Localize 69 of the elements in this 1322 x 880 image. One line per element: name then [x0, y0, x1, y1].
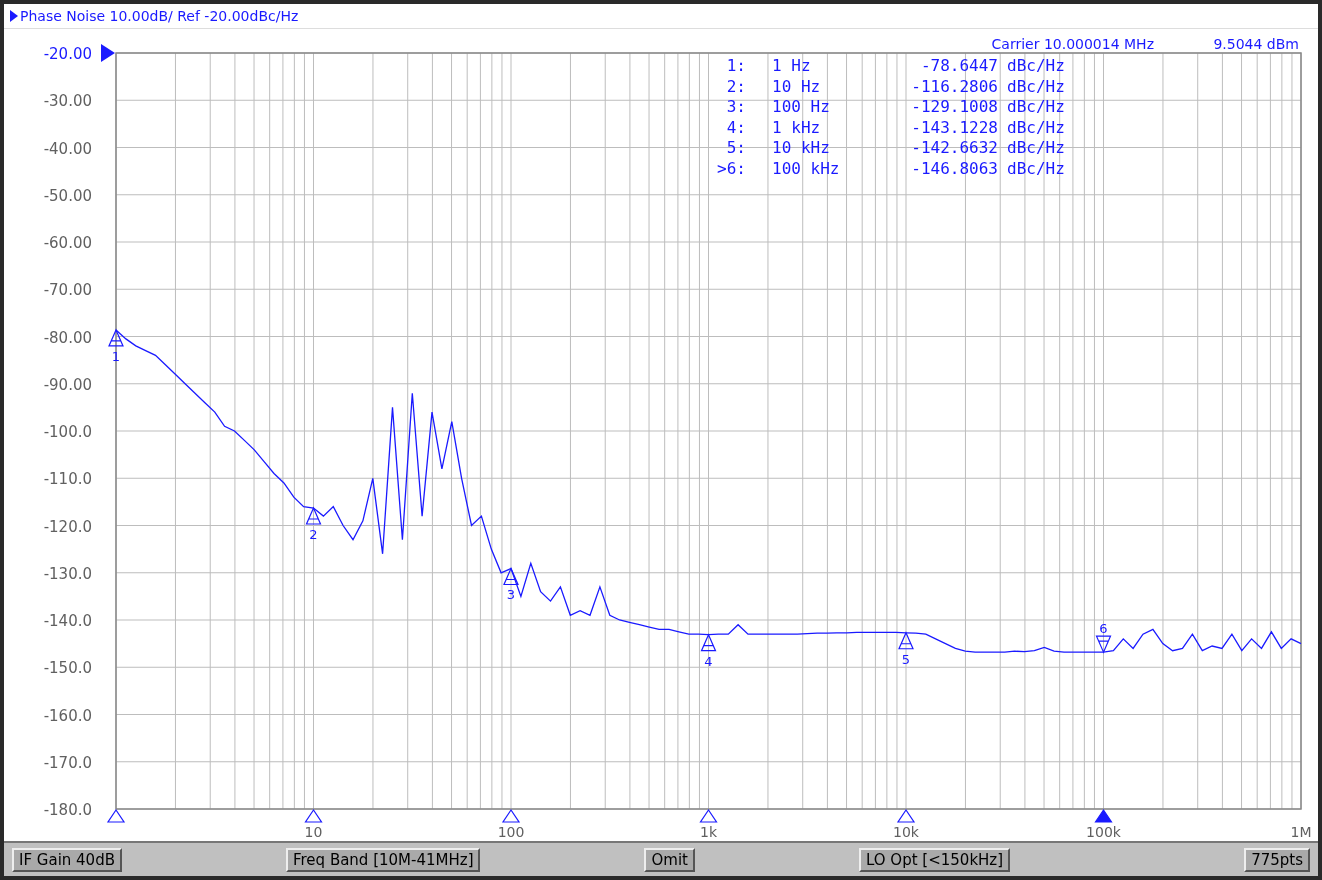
x-tick-label: 10 [304, 824, 323, 840]
y-tick-label: -120.0 [43, 517, 92, 536]
marker-flag-icon[interactable] [1094, 808, 1113, 823]
y-tick-label: -30.00 [43, 92, 92, 111]
marker-flag-icon[interactable] [304, 808, 323, 823]
marker-label: 4: [726, 117, 746, 137]
y-tick-label: -40.00 [43, 139, 92, 158]
y-tick-label: -170.0 [43, 753, 92, 772]
marker-flag-icon[interactable] [896, 808, 916, 823]
marker-flag-icon[interactable] [699, 808, 718, 823]
y-tick-label: -60.00 [43, 234, 92, 252]
marker-label: 1: [726, 56, 746, 75]
y-tick-label: -80.00 [43, 328, 92, 347]
marker-value: -78.6447 [920, 56, 998, 75]
marker-value: -116.2806 [911, 76, 998, 96]
y-tick-label: -180.0 [43, 801, 92, 819]
y-tick-label: -160.0 [43, 706, 92, 725]
marker-label: 2: [726, 76, 746, 96]
y-tick-label: -140.0 [43, 612, 92, 630]
marker-unit: dBc/Hz [1007, 117, 1065, 137]
marker-frequency: 10 kHz [772, 138, 830, 158]
marker-flag-icon[interactable] [106, 808, 126, 823]
y-tick-label: -70.00 [43, 281, 92, 300]
marker-value: -129.1008 [911, 97, 998, 117]
x-tick-label: 10k [893, 824, 919, 840]
marker-unit: dBc/Hz [1007, 76, 1065, 96]
marker-unit: dBc/Hz [1007, 138, 1065, 158]
y-tick-label: -50.00 [43, 186, 92, 205]
x-tick-label: 1k [700, 824, 717, 840]
y-tick-label: -100.0 [43, 423, 92, 441]
marker-frequency: 10 Hz [772, 76, 821, 96]
marker-number: 1 [111, 348, 121, 364]
trace-title: Phase Noise 10.00dB/ Ref -20.00dBc/Hz [20, 8, 299, 24]
marker-frequency: 100 kHz [772, 159, 840, 178]
marker-frequency: 100 Hz [772, 97, 830, 117]
marker-value: -146.8063 [911, 159, 998, 178]
status-button[interactable]: Omit [644, 847, 695, 872]
marker-flag-icon[interactable] [501, 808, 521, 823]
x-tick-label: 100k [1086, 824, 1121, 840]
y-tick-label: -150.0 [43, 659, 92, 678]
marker-frequency: 1 Hz [772, 56, 811, 75]
x-tick-label: 1M [1290, 824, 1312, 840]
marker-number: 5 [901, 651, 911, 667]
marker-number: 3 [506, 587, 516, 603]
marker-unit: dBc/Hz [1007, 56, 1065, 75]
status-button[interactable]: LO Opt [<150kHz] [858, 847, 1011, 872]
y-tick-label: -130.0 [43, 564, 92, 583]
marker-unit: dBc/Hz [1007, 97, 1065, 117]
triangle-icon [10, 10, 18, 22]
marker-unit: dBc/Hz [1007, 159, 1065, 178]
status-button[interactable]: 775pts [1244, 847, 1310, 872]
marker-label: >6: [717, 159, 746, 178]
carrier-power: 9.5044 dBm [1213, 36, 1299, 52]
x-tick-label: 100 [497, 824, 525, 840]
marker-frequency: 1 kHz [772, 117, 821, 137]
marker-value: -142.6632 [911, 138, 998, 158]
marker-label: 5: [726, 138, 746, 158]
marker-number: 6 [1099, 621, 1108, 637]
carrier-frequency: Carrier 10.000014 MHz [991, 36, 1154, 52]
reference-level: -20.00 [43, 45, 92, 63]
status-button[interactable]: Freq Band [10M-41MHz] [286, 847, 481, 872]
status-button[interactable]: IF Gain 40dB [12, 847, 122, 872]
marker-number: 2 [309, 527, 318, 542]
marker-number: 4 [704, 653, 713, 669]
marker-label: 3: [726, 97, 746, 117]
y-tick-label: -90.00 [43, 375, 92, 394]
marker-value: -143.1228 [911, 117, 998, 137]
reference-marker-icon [101, 44, 115, 62]
y-tick-label: -110.0 [43, 470, 92, 489]
